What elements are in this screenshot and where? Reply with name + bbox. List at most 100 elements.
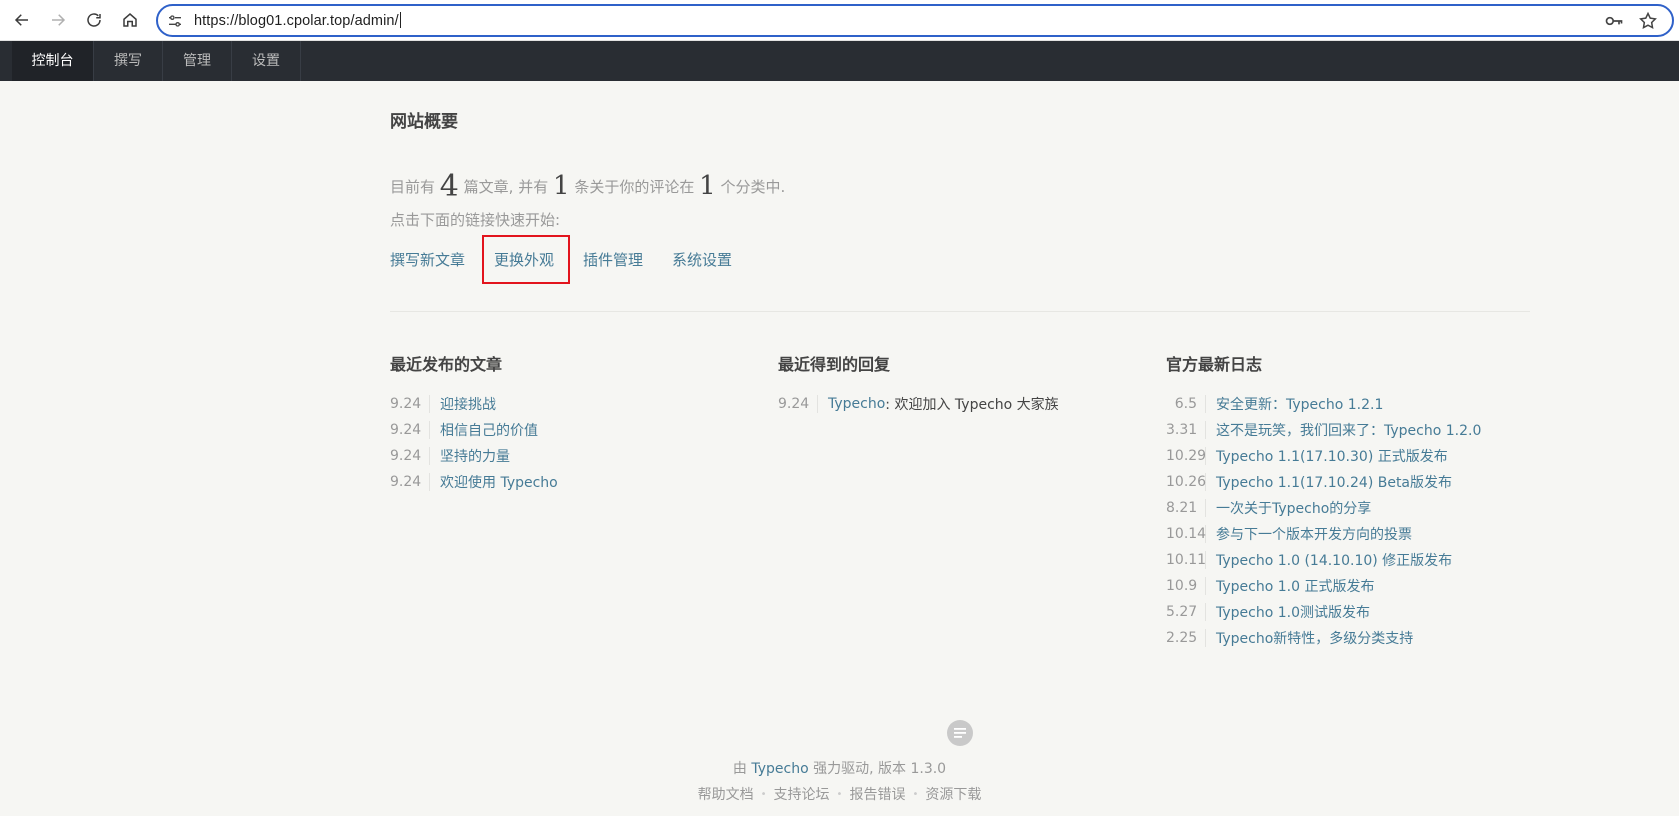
list-item: 8.21 一次关于Typecho的分享 <box>1166 495 1526 521</box>
official-log-section: 官方最新日志 6.5 安全更新：Typecho 1.2.1 3.31 这不是玩笑，我… <box>1166 351 1526 651</box>
list-item: 9.24 欢迎使用 Typecho <box>390 469 750 495</box>
list-item: 9.24 坚持的力量 <box>390 443 750 469</box>
tab-write[interactable]: 撰写 <box>94 41 163 81</box>
summary-mid2: 条关于你的评论在 <box>574 178 695 196</box>
tab-manage[interactable]: 管理 <box>163 41 232 81</box>
log-link[interactable]: Typecho新特性，多级分类支持 <box>1216 628 1413 648</box>
credit-prefix: 由 <box>732 761 747 777</box>
log-date: 10.26 <box>1166 473 1207 491</box>
post-link[interactable]: 相信自己的价值 <box>440 420 538 440</box>
summary-suffix: 个分类中. <box>720 178 786 196</box>
support-forum-link[interactable]: 支持论坛 <box>774 787 830 803</box>
highlight-box <box>482 235 570 284</box>
post-date: 9.24 <box>390 447 430 465</box>
log-link[interactable]: Typecho 1.0 (14.10.10) 修正版发布 <box>1216 550 1452 570</box>
separator: • <box>912 789 919 800</box>
log-link[interactable]: 这不是玩笑，我们回来了：Typecho 1.2.0 <box>1216 420 1481 440</box>
log-date: 10.11 <box>1166 551 1207 569</box>
list-item: 6.5 安全更新：Typecho 1.2.1 <box>1166 391 1526 417</box>
separator: • <box>836 789 843 800</box>
list-item: 3.31 这不是玩笑，我们回来了：Typecho 1.2.0 <box>1166 417 1526 443</box>
list-item: 9.24 相信自己的价值 <box>390 417 750 443</box>
official-log-list: 6.5 安全更新：Typecho 1.2.1 3.31 这不是玩笑，我们回来了：Ty… <box>1166 391 1526 651</box>
address-bar[interactable]: https://blog01.cpolar.top/admin/ <box>156 4 1674 37</box>
recent-replies-list: 9.24 Typecho: 欢迎加入 Typecho 大家族 <box>778 391 1138 417</box>
list-item: 10.26 Typecho 1.1(17.10.24) Beta版发布 <box>1166 469 1526 495</box>
log-date: 8.21 <box>1166 499 1206 517</box>
report-bug-link[interactable]: 报告错误 <box>849 787 905 803</box>
summary-prefix: 目前有 <box>390 178 436 196</box>
log-link[interactable]: 参与下一个版本开发方向的投票 <box>1216 524 1412 544</box>
typecho-link[interactable]: Typecho <box>751 761 808 777</box>
separator: • <box>760 789 767 800</box>
reply-author-link[interactable]: Typecho <box>828 396 885 412</box>
recent-replies-section: 最近得到的回复 9.24 Typecho: 欢迎加入 Typecho 大家族 <box>778 351 1138 417</box>
browser-toolbar: https://blog01.cpolar.top/admin/ <box>0 0 1679 41</box>
password-key-icon[interactable] <box>1604 12 1624 30</box>
official-log-title: 官方最新日志 <box>1166 355 1263 374</box>
list-item: 2.25 Typecho新特性，多级分类支持 <box>1166 625 1526 651</box>
log-link[interactable]: 安全更新：Typecho 1.2.1 <box>1216 394 1383 414</box>
downloads-link[interactable]: 资源下载 <box>925 787 981 803</box>
post-date: 9.24 <box>390 421 430 439</box>
back-icon[interactable] <box>8 6 36 34</box>
log-date: 10.9 <box>1166 577 1206 595</box>
log-date: 2.25 <box>1166 629 1206 647</box>
log-date: 5.27 <box>1166 603 1206 621</box>
page-title: 网站概要 <box>390 112 458 132</box>
help-docs-link[interactable]: 帮助文档 <box>698 787 754 803</box>
list-item: 9.24 Typecho: 欢迎加入 Typecho 大家族 <box>778 391 1138 417</box>
log-date: 6.5 <box>1166 395 1206 413</box>
log-link[interactable]: Typecho 1.0测试版发布 <box>1216 602 1370 622</box>
plugin-manage-link[interactable]: 插件管理 <box>583 249 643 270</box>
home-icon[interactable] <box>116 6 144 34</box>
summary-mid1: 篇文章, 并有 <box>463 178 549 196</box>
footer-credit: 由 Typecho 强力驱动, 版本 1.3.0 <box>0 758 1679 778</box>
post-count: 4 <box>439 169 459 204</box>
log-link[interactable]: Typecho 1.1(17.10.30) 正式版发布 <box>1216 446 1448 466</box>
divider <box>390 311 1530 312</box>
forward-icon[interactable] <box>44 6 72 34</box>
quick-start-hint: 点击下面的链接快速开始: <box>390 211 561 229</box>
category-count: 1 <box>699 171 716 201</box>
log-date: 10.29 <box>1166 447 1207 465</box>
credit-suffix: 强力驱动, 版本 1.3.0 <box>813 761 947 777</box>
post-link[interactable]: 迎接挑战 <box>440 394 496 414</box>
list-item: 10.11 Typecho 1.0 (14.10.10) 修正版发布 <box>1166 547 1526 573</box>
list-item: 9.24 迎接挑战 <box>390 391 750 417</box>
footer-links: 帮助文档 • 支持论坛 • 报告错误 • 资源下载 <box>0 784 1679 804</box>
text-caret <box>399 12 401 28</box>
post-date: 9.24 <box>390 395 430 413</box>
bookmark-star-icon[interactable] <box>1638 11 1658 31</box>
admin-nav: 控制台 撰写 管理 设置 <box>0 41 1679 81</box>
reply-text: : 欢迎加入 Typecho 大家族 <box>885 397 1059 413</box>
log-link[interactable]: 一次关于Typecho的分享 <box>1216 498 1371 518</box>
list-item: 5.27 Typecho 1.0测试版发布 <box>1166 599 1526 625</box>
list-item: 10.9 Typecho 1.0 正式版发布 <box>1166 573 1526 599</box>
typecho-logo-icon[interactable] <box>947 720 973 746</box>
reload-icon[interactable] <box>80 6 108 34</box>
site-summary: 目前有 4 篇文章, 并有 1 条关于你的评论在 1 个分类中. <box>390 169 785 204</box>
log-date: 3.31 <box>1166 421 1206 439</box>
system-settings-link[interactable]: 系统设置 <box>672 249 732 270</box>
log-date: 10.14 <box>1166 525 1207 543</box>
log-link[interactable]: Typecho 1.0 正式版发布 <box>1216 576 1374 596</box>
url-text[interactable]: https://blog01.cpolar.top/admin/ <box>194 12 401 29</box>
logo-lines-icon <box>954 728 966 738</box>
recent-replies-title: 最近得到的回复 <box>778 355 891 374</box>
write-post-link[interactable]: 撰写新文章 <box>390 249 465 270</box>
reply-date: 9.24 <box>778 395 818 413</box>
post-link[interactable]: 欢迎使用 Typecho <box>440 472 558 492</box>
list-item: 10.14 参与下一个版本开发方向的投票 <box>1166 521 1526 547</box>
list-item: 10.29 Typecho 1.1(17.10.30) 正式版发布 <box>1166 443 1526 469</box>
log-link[interactable]: Typecho 1.1(17.10.24) Beta版发布 <box>1216 472 1452 492</box>
recent-posts-title: 最近发布的文章 <box>390 355 503 374</box>
post-date: 9.24 <box>390 473 430 491</box>
recent-posts-list: 9.24 迎接挑战 9.24 相信自己的价值 9.24 坚持的力量 9.24 欢迎使用 … <box>390 391 750 495</box>
url-value[interactable]: https://blog01.cpolar.top/admin/ <box>194 13 399 29</box>
recent-posts-section: 最近发布的文章 9.24 迎接挑战 9.24 相信自己的价值 9.24 坚持的力量 9… <box>390 351 750 495</box>
site-settings-icon[interactable] <box>167 13 183 29</box>
tab-dashboard[interactable]: 控制台 <box>12 41 94 81</box>
post-link[interactable]: 坚持的力量 <box>440 446 510 466</box>
tab-settings[interactable]: 设置 <box>232 41 301 81</box>
